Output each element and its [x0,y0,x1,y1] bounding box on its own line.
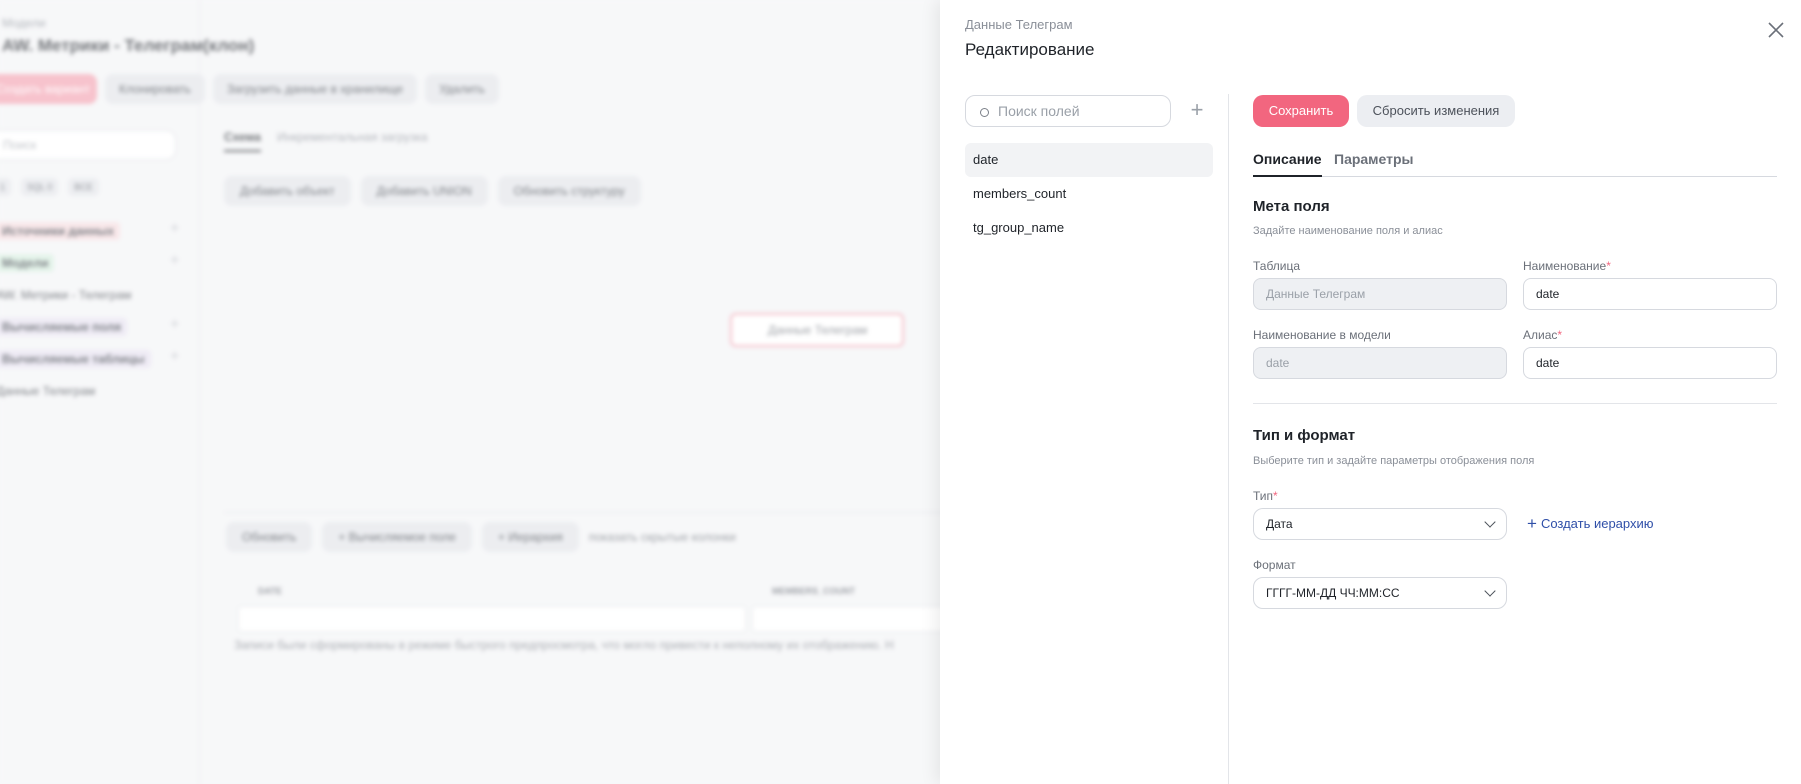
type-format-section-title: Тип и формат [1253,427,1356,444]
alias-field[interactable]: date [1523,347,1777,379]
model-name-label: Наименование в модели [1253,328,1391,342]
drawer-title: Редактирование [965,40,1095,59]
required-mark: * [1273,489,1278,503]
format-label-text: Формат [1253,558,1296,572]
model-name-field: date [1253,347,1507,379]
field-item-members-count[interactable]: members_count [965,177,1213,211]
drawer-subtitle: Данные Телеграм [965,17,1073,32]
create-hierarchy-link[interactable]: + Создать иерархию [1527,514,1654,534]
format-label: Формат [1253,558,1296,572]
name-field[interactable]: date [1523,278,1777,310]
field-search-input[interactable] [998,101,1166,121]
chevron-down-icon [1484,516,1496,528]
type-label: Тип* [1253,489,1278,503]
save-button[interactable]: Сохранить [1253,95,1349,127]
field-item-date[interactable]: date [965,143,1213,177]
plus-icon: + [1527,514,1537,533]
add-field-icon[interactable]: + [1185,99,1209,123]
required-mark: * [1557,328,1563,342]
tab-description[interactable]: Описание [1253,151,1322,177]
meta-section-title: Мета поля [1253,198,1330,215]
field-item-tg-group-name[interactable]: tg_group_name [965,211,1213,245]
name-label: Наименование* [1523,259,1611,273]
type-select[interactable]: Дата [1253,508,1507,540]
create-hierarchy-label: Создать иерархию [1540,516,1654,531]
edit-drawer: Данные Телеграм Редактирование + date me… [940,0,1801,784]
field-search[interactable] [965,95,1171,127]
pane-divider [1228,94,1229,784]
editor-tabs: Описание Параметры [1253,151,1777,177]
type-select-value: Дата [1266,517,1293,531]
close-icon[interactable] [1764,18,1788,42]
type-format-section-desc: Выберите тип и задайте параметры отображ… [1253,455,1535,467]
search-icon [980,108,989,117]
required-mark: * [1606,259,1611,273]
type-label-text: Тип [1253,489,1274,503]
table-label: Таблица [1253,259,1300,273]
table-field: Данные Телеграм [1253,278,1507,310]
alias-label-text: Алиас [1523,328,1558,342]
model-name-label-text: Наименование в модели [1253,328,1391,342]
section-divider [1253,403,1777,404]
format-select-value: ГГГГ-ММ-ДД ЧЧ:ММ:СС [1266,586,1400,600]
field-list: date members_count tg_group_name [965,143,1213,245]
alias-label: Алиас* [1523,328,1562,342]
meta-section-desc: Задайте наименование поля и алиас [1253,225,1443,237]
chevron-down-icon [1484,585,1496,597]
tab-parameters[interactable]: Параметры [1334,151,1414,177]
table-label-text: Таблица [1253,259,1301,273]
name-label-text: Наименование [1523,259,1607,273]
reset-changes-button[interactable]: Сбросить изменения [1357,95,1515,127]
format-select[interactable]: ГГГГ-ММ-ДД ЧЧ:ММ:СС [1253,577,1507,609]
